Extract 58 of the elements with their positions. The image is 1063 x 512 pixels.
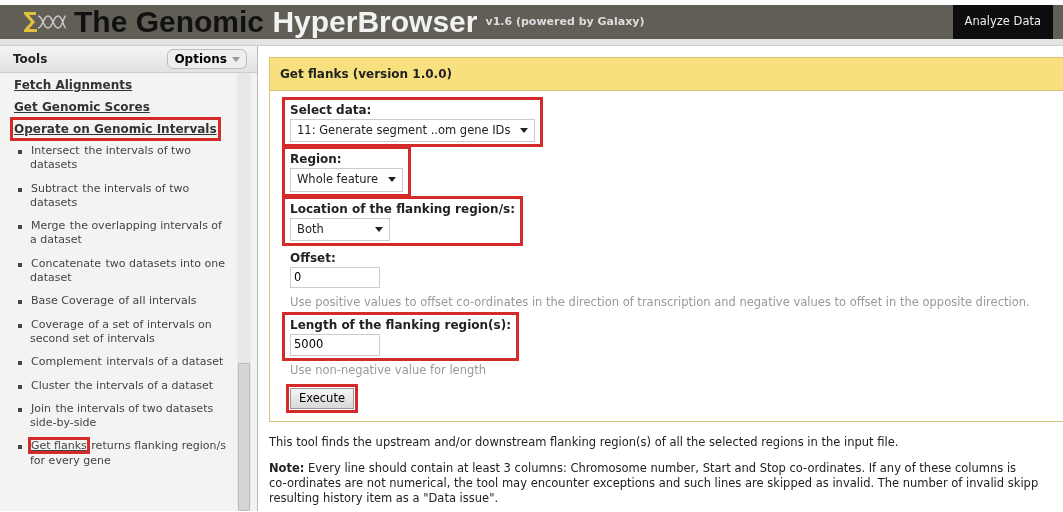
tool-description: Merge the overlapping intervals of a dataset [30,219,223,248]
form-title: Get flanks (version 1.0.0) [270,58,1063,91]
tool-link[interactable]: Subtract [30,181,79,195]
field-label: Location of the flanking region/s: [290,200,515,218]
tool-description: Cluster the intervals of a dataset [30,378,214,393]
bullet-icon [18,187,22,192]
version-label: v1.6 (powered by Galaxy) [485,13,645,30]
section-link[interactable]: Operate on Genomic Intervals [12,119,219,139]
select-field[interactable]: Both [290,217,390,241]
tool-link[interactable]: Get flanks [30,439,88,453]
tool-description: Subtract the intervals of two datasets [30,181,191,211]
help-text: This tool finds the upstream and/or downstream flanking region(s) of all the selected regions in the input file. [269,434,900,451]
bullet-icon [18,323,22,328]
bullet-icon [18,150,22,154]
select-field[interactable]: Whole feature [290,168,404,192]
bullet-icon [18,361,22,366]
select-field[interactable]: 11: Generate segment ..om gene IDs [290,119,536,143]
panel-title: Tools [13,51,48,68]
app-title: The Genomic HyperBrowser [74,7,478,37]
bullet-icon [18,445,22,450]
tool-description: Concatenate two datasets into one dataset [30,256,226,286]
bullet-icon [18,225,22,230]
bullet-icon [18,300,22,305]
section-link[interactable]: Fetch Alignments [12,75,135,95]
tool-link[interactable]: Base Coverage [30,294,115,308]
note-text: Note: Every line should contain at least 3 columns: Chromosome number, Start and Stop co-ordinates. If any of these columns is co-ordinates are not numerical, the tool may encounter exceptions and such lines are skipped as invalid. The number of invalid skipp resulting history item as a "Data issue". [269,461,1040,507]
options-button[interactable]: Options [167,49,247,69]
bullet-icon [18,407,22,412]
execute-button[interactable]: Execute [290,387,354,409]
tool-description: Get flanks returns flanking region/s for every gene [30,439,227,469]
tool-link[interactable]: Complement [30,355,103,369]
help-hint: Use positive values to offset co-ordinates in the direction of transcription and negative values to offset in the opposite direction. [289,294,1031,311]
field-label: Offset: [290,249,337,267]
scrollbar[interactable] [237,73,251,511]
scrollbar-thumb[interactable] [238,363,250,511]
field-label: Length of the flanking region(s): [290,317,511,335]
tool-description: Coverage of a set of intervals on second set of intervals [30,317,213,347]
bullet-icon [18,384,22,389]
tool-description: Intersect the intervals of two datasets [30,144,193,173]
tool-link[interactable]: Join [30,401,52,415]
bullet-icon [18,262,22,267]
tool-description: Base Coverage of all intervals [30,294,197,309]
input-field[interactable]: 0 [290,266,380,288]
tool-link[interactable]: Merge [30,219,67,233]
logo-icon [22,10,66,34]
tool-link[interactable]: Intersect [30,144,81,157]
field-label: Region: [290,151,343,169]
input-field[interactable]: 5000 [290,334,380,356]
analyze-data-tab[interactable]: Analyze Data [952,5,1053,39]
tool-link[interactable]: Coverage [30,317,85,331]
field-label: Select data: [290,102,373,119]
section-link[interactable]: Get Genomic Scores [12,97,152,117]
tool-link[interactable]: Concatenate [30,256,103,270]
tool-description: Complement intervals of a dataset [30,355,224,370]
tool-link[interactable]: Cluster [30,378,72,392]
caret-icon [232,56,240,62]
tool-description: Join the intervals of two datasets side-by-side [30,401,215,431]
help-hint: Use non-negative value for length [289,361,488,379]
